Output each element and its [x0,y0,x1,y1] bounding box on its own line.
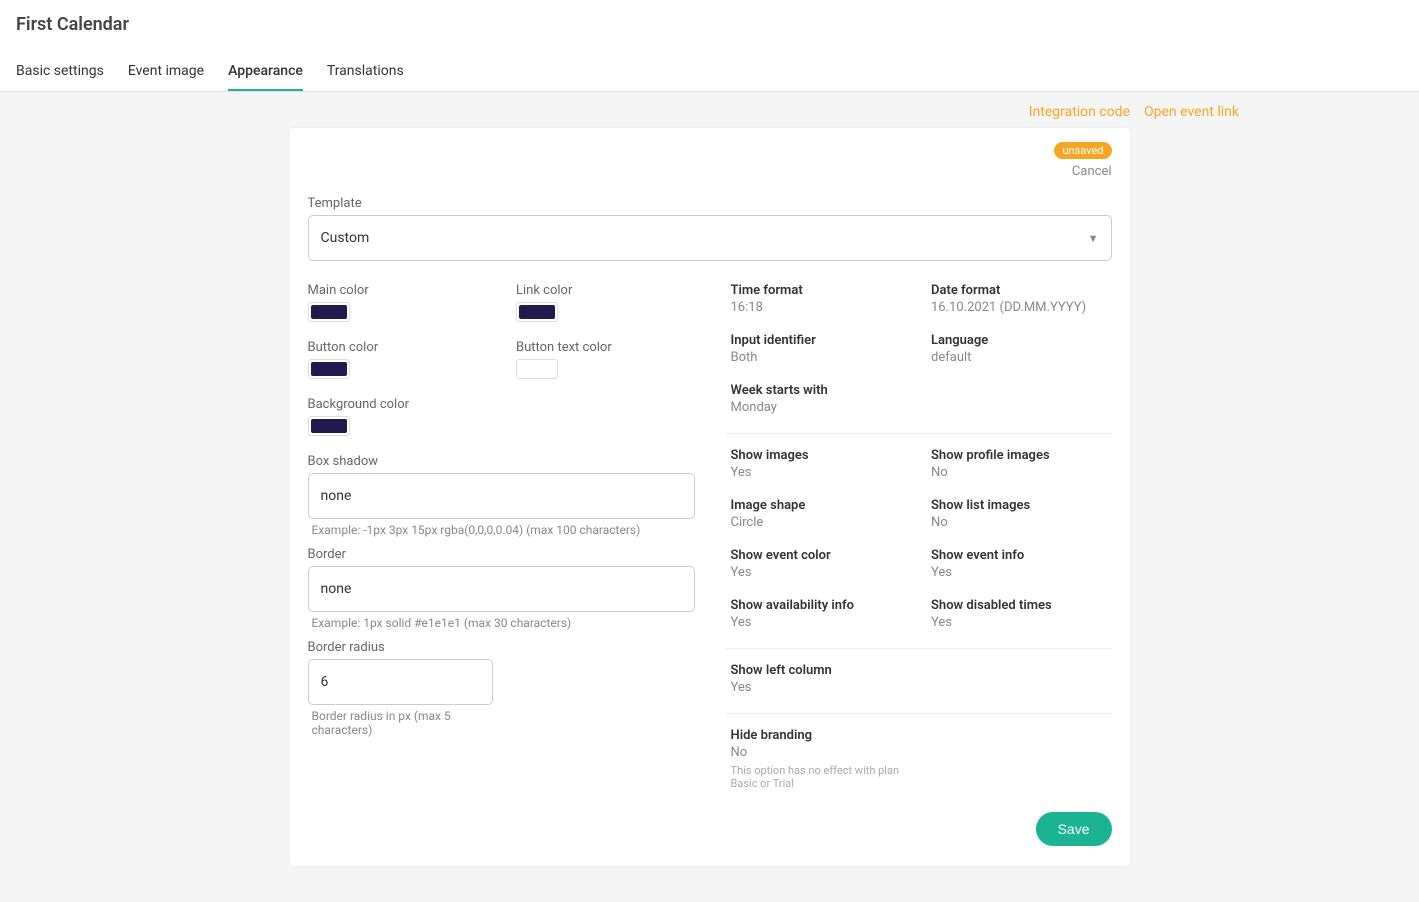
setting-hide-branding[interactable]: Hide branding No This option has no effe… [731,728,912,798]
setting-show-event-info[interactable]: Show event info Yes [931,548,1112,588]
tabs: Basic settings Event image Appearance Tr… [16,53,1403,91]
setting-image-shape[interactable]: Image shape Circle [731,498,912,538]
tab-translations[interactable]: Translations [327,53,404,91]
setting-date-format[interactable]: Date format 16.10.2021 (DD.MM.YYYY) [931,283,1112,323]
background-color-swatch-inner [311,419,347,433]
link-color-swatch[interactable] [516,302,558,322]
divider [725,713,1112,714]
link-color-swatch-inner [519,305,555,319]
box-shadow-label: Box shadow [308,454,695,469]
setting-show-left-column[interactable]: Show left column Yes [731,663,912,703]
border-label: Border [308,547,695,562]
button-color-label: Button color [308,340,487,355]
setting-language[interactable]: Language default [931,333,1112,373]
setting-show-availability-info[interactable]: Show availability info Yes [731,598,912,638]
border-helper: Example: 1px solid #e1e1e1 (max 30 chara… [308,616,695,630]
open-event-link[interactable]: Open event link [1144,104,1239,120]
divider [725,648,1112,649]
action-bar: Integration code Open event link [0,92,1419,128]
link-color-label: Link color [516,283,695,298]
tab-event-image[interactable]: Event image [128,53,204,91]
template-value: Custom [321,230,370,246]
main-color-swatch[interactable] [308,302,350,322]
button-text-color-swatch[interactable] [516,359,558,379]
button-color-swatch-inner [311,362,347,376]
border-radius-helper: Border radius in px (max 5 characters) [308,709,494,737]
main-color-label: Main color [308,283,487,298]
setting-input-identifier[interactable]: Input identifier Both [731,333,912,373]
border-input[interactable] [308,566,695,612]
setting-week-starts-with[interactable]: Week starts with Monday [731,383,912,423]
background-color-swatch[interactable] [308,416,350,436]
button-text-color-swatch-inner [519,362,555,376]
unsaved-badge: unsaved [1054,142,1111,159]
divider [725,433,1112,434]
save-button[interactable]: Save [1036,812,1112,846]
box-shadow-helper: Example: -1px 3px 15px rgba(0,0,0,0.04) … [308,523,695,537]
setting-time-format[interactable]: Time format 16:18 [731,283,912,323]
border-radius-label: Border radius [308,640,695,655]
appearance-panel: unsaved Cancel Template Custom ▼ Main co… [290,128,1130,866]
integration-code-link[interactable]: Integration code [1029,104,1130,120]
setting-show-images[interactable]: Show images Yes [731,448,912,488]
cancel-button[interactable]: Cancel [1072,164,1112,179]
template-label: Template [308,196,1112,211]
box-shadow-input[interactable] [308,473,695,519]
chevron-down-icon: ▼ [1088,232,1099,245]
setting-show-list-images[interactable]: Show list images No [931,498,1112,538]
page-title: First Calendar [16,14,1403,35]
button-color-swatch[interactable] [308,359,350,379]
button-text-color-label: Button text color [516,340,695,355]
background-color-label: Background color [308,397,487,412]
setting-show-event-color[interactable]: Show event color Yes [731,548,912,588]
setting-show-disabled-times[interactable]: Show disabled times Yes [931,598,1112,638]
main-color-swatch-inner [311,305,347,319]
border-radius-input[interactable] [308,659,494,705]
template-select[interactable]: Custom ▼ [308,215,1112,261]
tab-appearance[interactable]: Appearance [228,53,303,91]
setting-show-profile-images[interactable]: Show profile images No [931,448,1112,488]
tab-basic-settings[interactable]: Basic settings [16,53,104,91]
